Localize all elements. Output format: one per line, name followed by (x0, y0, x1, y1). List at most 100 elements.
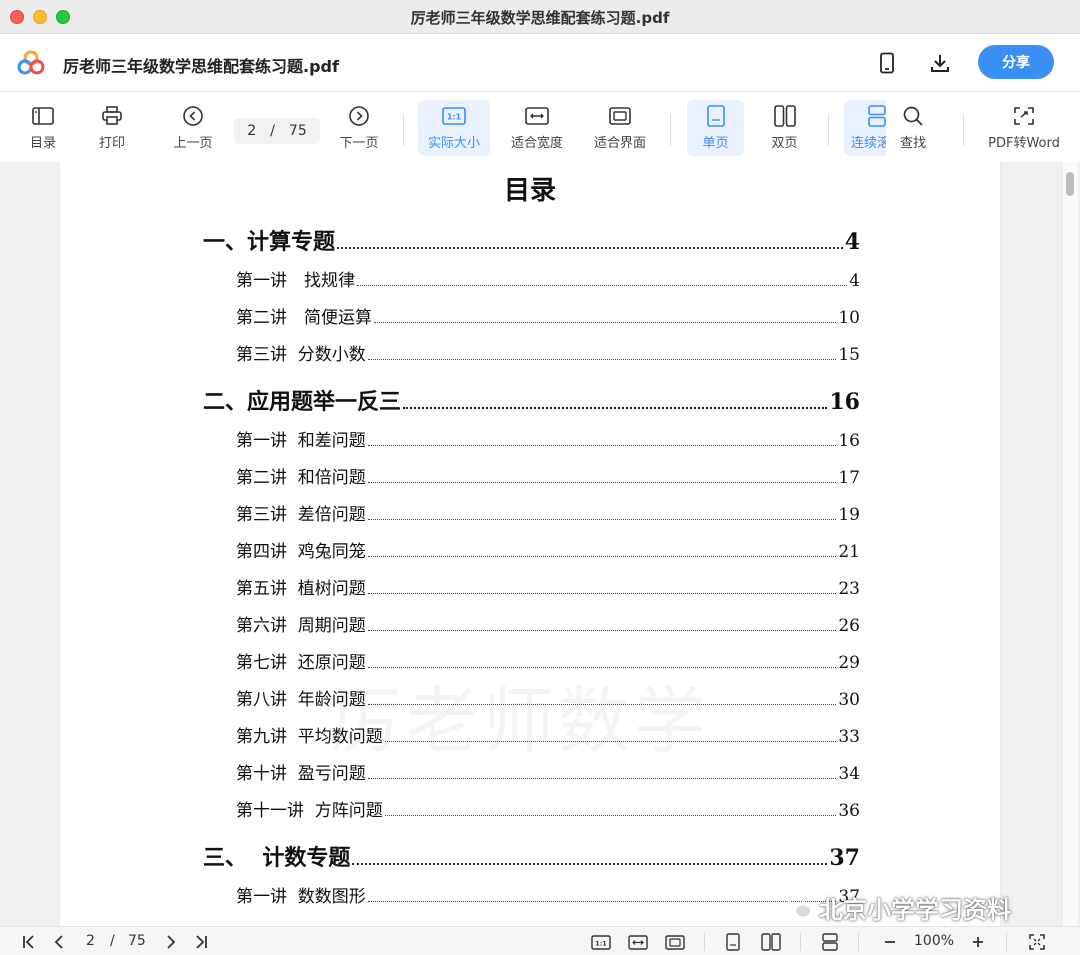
scroll-track[interactable] (1062, 162, 1078, 926)
toc-section-row[interactable]: 二、应用题举一反三 16 (203, 384, 860, 416)
toc-leader-dots (367, 630, 837, 631)
wechat-icon (786, 897, 812, 918)
single-page-button[interactable]: 单页 (687, 100, 744, 156)
toc-lecture-row[interactable]: 第二讲 和倍问题 17 (236, 463, 860, 488)
fit-width-label: 适合宽度 (510, 136, 563, 151)
toc-leader-dots (367, 482, 837, 483)
first-page-button[interactable] (18, 931, 40, 953)
toc-leader-dots (403, 407, 828, 409)
cloud-logo-icon (17, 50, 45, 75)
status-fit-width-button[interactable] (626, 931, 650, 953)
toc-entry-label: 第一讲 找规律 (236, 271, 355, 291)
toolbar-divider (670, 114, 671, 146)
toc-entry-page: 23 (838, 579, 860, 599)
toc-lecture-row[interactable]: 第四讲 鸡兔同笼 21 (236, 537, 860, 562)
download-button[interactable] (925, 48, 955, 78)
toc-lecture-row[interactable]: 第一讲 数数图形 37 (236, 882, 860, 907)
phone-button[interactable] (872, 48, 902, 78)
status-continuous-button[interactable] (819, 931, 841, 953)
scrollbar-thumb[interactable] (1066, 172, 1074, 196)
chevron-right-circle-icon (349, 106, 369, 126)
next-page-small-button[interactable] (160, 931, 182, 953)
fullscreen-icon (1029, 934, 1045, 950)
zoom-out-button[interactable] (879, 931, 901, 953)
status-divider (800, 933, 801, 951)
fit-width-icon (628, 934, 648, 950)
toc-leader-dots (357, 285, 848, 286)
toc-lecture-row[interactable]: 第十一讲 方阵问题 36 (236, 796, 860, 821)
toc-section-row[interactable]: 一、计算专题 4 (203, 224, 860, 256)
zoom-level[interactable]: 100% (914, 933, 954, 949)
toc-leader-dots (337, 247, 843, 249)
actual-size-button[interactable]: 1:1 实际大小 (418, 100, 490, 156)
toc-lecture-row[interactable]: 第一讲 找规律 4 (236, 266, 860, 291)
toc-section-row[interactable]: 三、 计数专题 37 (203, 840, 860, 872)
convert-icon (1014, 107, 1034, 125)
toc-entry-label: 三、 计数专题 (203, 845, 351, 871)
find-button[interactable]: 查找 (880, 100, 946, 156)
status-page-separator: / (110, 933, 115, 949)
prev-page-small-button[interactable] (48, 931, 70, 953)
watermark: 厉老师数学 (330, 662, 710, 767)
phone-icon (880, 52, 894, 74)
single-page-icon (726, 933, 740, 951)
actual-size-icon: 1:1 (591, 934, 611, 950)
next-page-button[interactable]: 下一页 (323, 100, 395, 156)
status-current-page[interactable]: 2 (86, 933, 95, 949)
find-label: 查找 (899, 136, 926, 151)
toolbar-divider (403, 114, 404, 146)
svg-text:1:1: 1:1 (595, 939, 607, 947)
toc-heading: 目录 (503, 176, 556, 206)
fit-page-icon (609, 107, 631, 125)
toc-lecture-row[interactable]: 第一讲 和差问题 16 (236, 426, 860, 451)
toc-entry-page: 4 (849, 271, 860, 291)
single-page-icon (706, 105, 725, 127)
toc-entry-page: 36 (838, 801, 860, 821)
status-single-page-button[interactable] (722, 931, 744, 953)
toc-entry-page: 4 (844, 229, 860, 255)
status-actual-size-button[interactable]: 1:1 (589, 931, 613, 953)
fit-page-button[interactable]: 适合界面 (584, 100, 656, 156)
zoom-in-button[interactable] (967, 931, 989, 953)
toc-entry-label: 第六讲 周期问题 (236, 616, 366, 636)
toc-entry-page: 15 (838, 345, 860, 365)
overlay-text: 北京小学学习资料 (819, 896, 1011, 924)
pdf-to-word-button[interactable]: PDF转Word (984, 100, 1064, 156)
toc-button[interactable]: 目录 (7, 100, 79, 156)
prev-page-button[interactable]: 上一页 (157, 100, 229, 156)
toolbar: 目录 打印 上一页 2 / 75 下一页 1:1 实际大小 适合宽度 适合界面 … (0, 92, 1080, 162)
fit-width-button[interactable]: 适合宽度 (501, 100, 573, 156)
app-header: 厉老师三年级数学思维配套练习题.pdf 分享 (0, 34, 1080, 92)
share-button[interactable]: 分享 (978, 45, 1054, 79)
toc-lecture-row[interactable]: 第六讲 周期问题 26 (236, 611, 860, 636)
document-viewport[interactable]: 目录 一、计算专题 4 第一讲 找规律 4 第二讲 简便运算 10 第三讲 分数小数 15 二、… (0, 162, 1080, 926)
toc-entry-page: 26 (838, 616, 860, 636)
status-double-page-button[interactable] (759, 931, 783, 953)
double-page-button[interactable]: 双页 (756, 100, 813, 156)
toc-entry-label: 第二讲 和倍问题 (236, 468, 366, 488)
print-button[interactable]: 打印 (76, 100, 148, 156)
toc-leader-dots (384, 815, 837, 816)
toc-leader-dots (367, 445, 837, 446)
toc-lecture-row[interactable]: 第二讲 简便运算 10 (236, 303, 860, 328)
toc-lecture-row[interactable]: 第五讲 植树问题 23 (236, 574, 860, 599)
toolbar-divider (963, 114, 964, 146)
status-fit-page-button[interactable] (663, 931, 687, 953)
toc-entry-page: 10 (838, 308, 860, 328)
printer-icon (102, 106, 122, 125)
toc-leader-dots (367, 901, 837, 902)
toc-leader-dots (352, 863, 828, 865)
fullscreen-button[interactable] (1026, 931, 1048, 953)
toc-lecture-row[interactable]: 第三讲 分数小数 15 (236, 340, 860, 365)
double-page-label: 双页 (771, 136, 798, 151)
svg-text:1:1: 1:1 (447, 113, 462, 122)
status-bar: 2 / 75 1:1 100% (0, 926, 1080, 955)
toc-lecture-row[interactable]: 第三讲 差倍问题 19 (236, 500, 860, 525)
toc-entry-label: 第四讲 鸡兔同笼 (236, 542, 366, 562)
toc-entry-label: 二、应用题举一反三 (203, 389, 402, 415)
page-number-input[interactable]: 2 / 75 (234, 118, 320, 144)
toc-entry-page: 19 (838, 505, 860, 525)
toc-entry-label: 第五讲 植树问题 (236, 579, 366, 599)
page-separator: / (270, 123, 275, 139)
last-page-button[interactable] (190, 931, 212, 953)
